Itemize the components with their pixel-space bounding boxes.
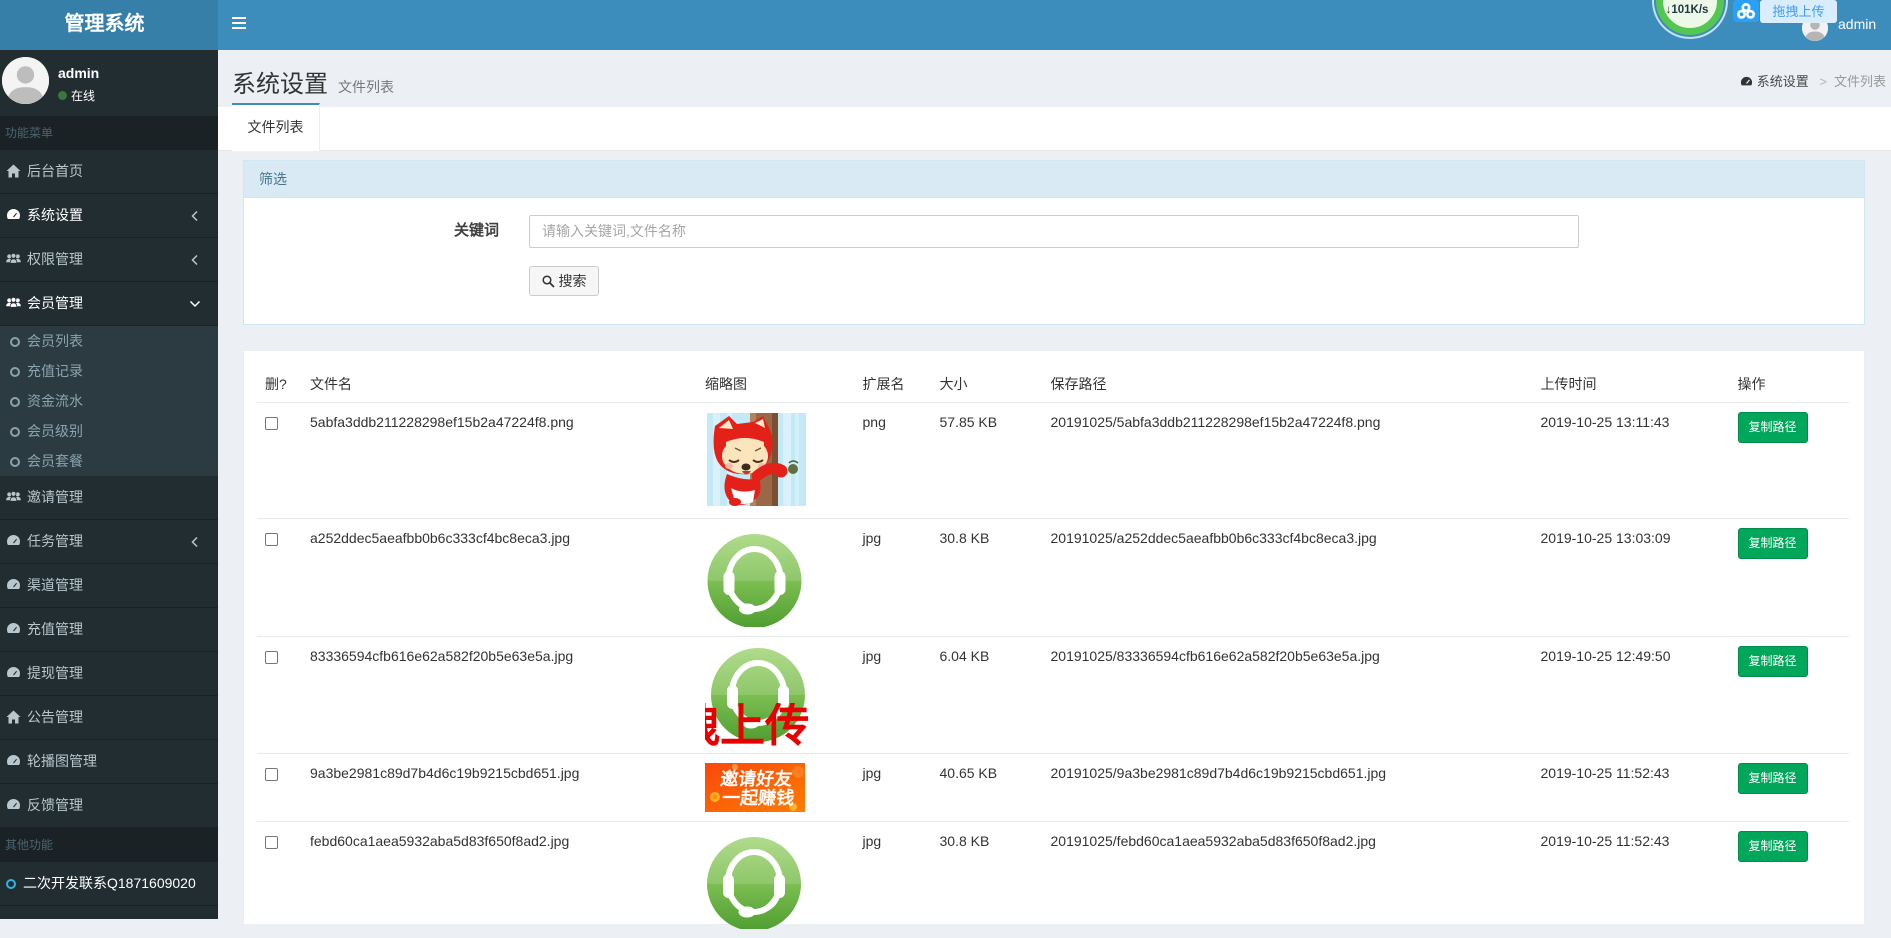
- svg-text:邀请好友: 邀请好友: [719, 768, 793, 789]
- svg-text:一起赚钱: 一起赚钱: [721, 787, 795, 808]
